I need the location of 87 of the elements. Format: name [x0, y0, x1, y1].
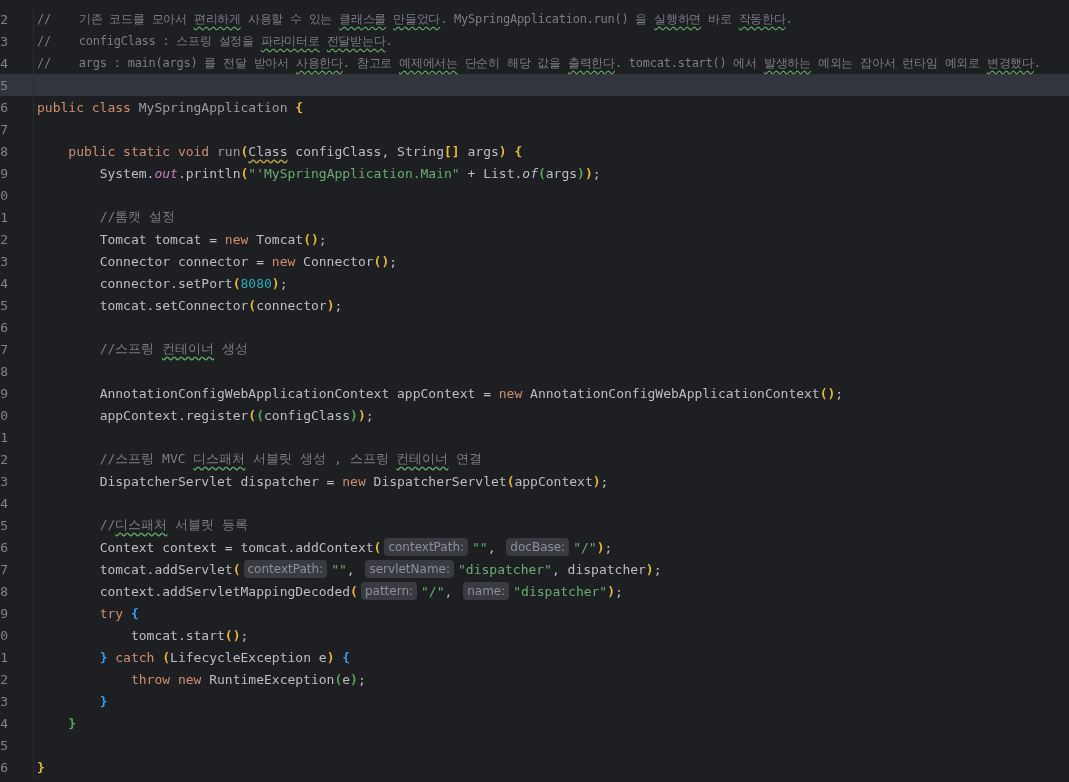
code-comment: //스프링 컨테이너 생성 — [99, 340, 248, 358]
line-number: 0 — [0, 187, 8, 203]
code-text: "" — [472, 539, 488, 555]
line-number: 9 — [0, 165, 8, 181]
code-text: "/" — [421, 583, 445, 599]
line-number: 2 — [0, 231, 8, 247]
code-text: , — [444, 583, 454, 599]
code-text: "/" — [573, 539, 597, 555]
code-text: "" — [331, 561, 347, 577]
line-number: 6 — [0, 759, 8, 775]
code-text: ) — [596, 539, 605, 555]
line-number: 9 — [0, 605, 8, 621]
code-comment: //톰캣 설정 — [99, 208, 176, 226]
parameter-hint: servletName: — [365, 560, 454, 578]
code-text: , — [346, 561, 356, 577]
line-number: 4 — [0, 715, 8, 731]
line-number: 5 — [0, 517, 8, 533]
code-line: connector.setPort(8080); — [99, 275, 288, 291]
line-number: 2 — [0, 11, 8, 27]
code-text: "dispatcher" — [513, 583, 608, 599]
line-number: 3 — [0, 253, 8, 269]
line-number: 1 — [0, 209, 8, 225]
code-line: } — [99, 693, 108, 709]
parameter-hint: contextPath: — [384, 538, 469, 556]
code-text: Context context = tomcat.addContext — [99, 539, 374, 555]
code-text: ; — [604, 539, 613, 555]
code-text: ( — [373, 539, 382, 555]
line-number: 8 — [0, 583, 8, 599]
code-line: Tomcat tomcat = new Tomcat(); — [99, 231, 327, 247]
code-line: tomcat.setConnector(connector); — [99, 297, 343, 313]
line-number: 9 — [0, 385, 8, 401]
line-number: 1 — [0, 649, 8, 665]
code-text: ( — [232, 561, 241, 577]
code-line: appContext.register((configClass)); — [99, 407, 374, 423]
code-text: tomcat.addServlet — [99, 561, 233, 577]
parameter-hint: name: — [463, 582, 510, 600]
code-text: "dispatcher" — [458, 561, 552, 577]
code-comment: // configClass : 스프링 설정을 파라미터로 전달받는다. — [37, 32, 393, 50]
code-line: public static void run(Class configClass, String[] args) { — [68, 143, 523, 159]
line-number: 4 — [0, 275, 8, 291]
line-number: 7 — [0, 561, 8, 577]
parameter-hint: pattern: — [360, 582, 418, 600]
code-text: ) — [645, 561, 654, 577]
line-number: 8 — [0, 363, 8, 379]
code-text: ; — [615, 583, 623, 599]
line-number: 6 — [0, 539, 8, 555]
code-line: DispatcherServlet dispatcher = new DispatcherServlet(appContext); — [99, 473, 609, 489]
code-line: public class MySpringApplication { — [37, 99, 304, 115]
code-line: Connector connector = new Connector(); — [99, 253, 398, 269]
code-line: try { — [99, 605, 139, 621]
code-line: tomcat.start(); — [130, 627, 249, 643]
code-text: , — [487, 539, 497, 555]
code-line: } catch (LifecycleException e) { — [99, 649, 351, 665]
line-number: 2 — [0, 451, 8, 467]
line-number: 3 — [0, 693, 8, 709]
code-text: ( — [350, 583, 358, 599]
line-number: 0 — [0, 407, 8, 423]
line-number: 8 — [0, 143, 8, 159]
code-comment: //디스패처 서블릿 등록 — [99, 516, 248, 534]
code-text: context.addServletMappingDecoded — [99, 583, 351, 599]
code-line: } — [37, 759, 45, 775]
code-comment: // 기존 코드를 모아서 편리하게 사용할 수 있는 클래스를 만들었다. MySpringApplication.run() 을 실행하면 바로 작동한다. — [37, 10, 793, 28]
line-number: 4 — [0, 495, 8, 511]
code-line: AnnotationConfigWebApplicationContext appContext = new AnnotationConfigWebApplicationContext(); — [99, 385, 844, 401]
line-number: 2 — [0, 671, 8, 687]
line-number: 5 — [0, 77, 8, 93]
parameter-hint: docBase: — [506, 538, 570, 556]
line-number: 3 — [0, 33, 8, 49]
parameter-hint: contextPath: — [243, 560, 328, 578]
code-line: System.out.println("'MySpringApplication.Main" + List.of(args)); — [99, 165, 601, 181]
code-text: , dispatcher — [551, 561, 646, 577]
code-comment: // args : main(args) 를 전달 받아서 사용한다. 참고로 예제에서는 단순히 해당 값을 출력한다. tomcat.start() 에서 발생하는 예외는 잡아서 런타임 예외로 변경했다. — [37, 54, 1041, 72]
line-number: 6 — [0, 99, 8, 115]
line-number: 0 — [0, 627, 8, 643]
line-number: 4 — [0, 55, 8, 71]
line-number: 6 — [0, 319, 8, 335]
line-number: 7 — [0, 341, 8, 357]
line-number: 5 — [0, 297, 8, 313]
line-number: 1 — [0, 429, 8, 445]
code-line: throw new RuntimeException(e); — [130, 671, 366, 687]
code-text: ) — [607, 583, 615, 599]
code-line: } — [68, 715, 77, 731]
code-text: ; — [653, 561, 662, 577]
line-number: 7 — [0, 121, 8, 137]
code-comment: //스프링 MVC 디스패처 서블릿 생성 , 스프링 컨테이너 연결 — [99, 450, 483, 468]
line-number: 5 — [0, 737, 8, 753]
line-number: 3 — [0, 473, 8, 489]
